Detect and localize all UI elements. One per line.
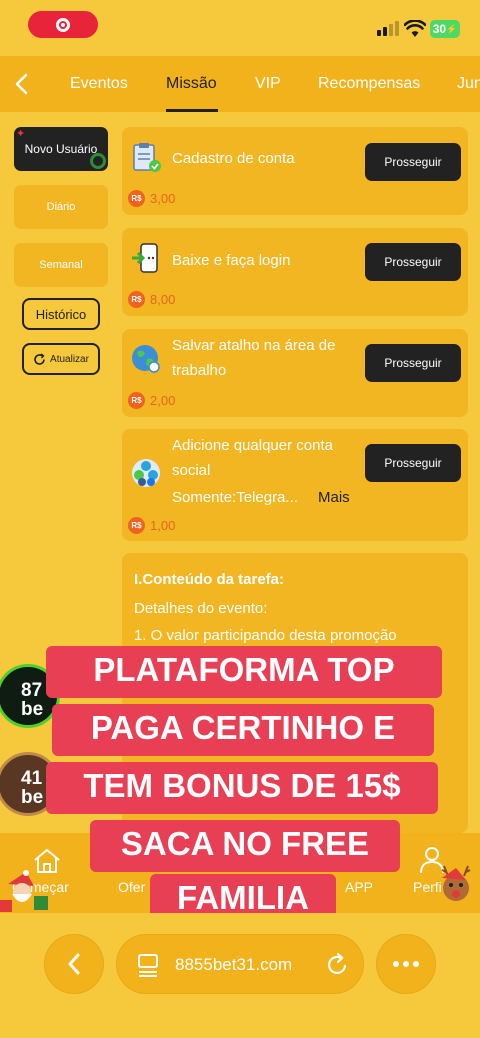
event-details-text: 1. O valor participando desta promoção: [134, 627, 397, 644]
task-card: Salvar atalho na área de trabalho Prosse…: [122, 329, 468, 417]
site-menu-icon: [138, 954, 158, 977]
wifi-icon: [404, 20, 426, 37]
overlay-caption-line: TEM BONUS DE 15$: [46, 762, 438, 814]
prosseguir-button[interactable]: Prosseguir: [365, 143, 461, 181]
sidebar-item-semanal[interactable]: Semanal: [14, 243, 108, 287]
task-title: Adicione qualquer conta social: [172, 437, 333, 479]
task-title: Cadastro de conta: [172, 150, 295, 167]
sidebar-item-label: Novo Usuário: [24, 142, 98, 156]
clipboard-icon: [133, 143, 161, 172]
tab-eventos[interactable]: Eventos: [70, 75, 128, 93]
refresh-icon: [34, 352, 45, 365]
battery-icon: 30 ⚡: [430, 20, 460, 38]
event-details-label: Detalhes do evento:: [134, 600, 268, 617]
chevron-left-icon: [68, 953, 80, 975]
reward-value: 3,00: [150, 191, 176, 206]
task-title: Baixe e faça login: [172, 252, 291, 269]
refresh-button[interactable]: Atualizar: [22, 343, 100, 375]
task-reward: R$ 8,00: [128, 291, 175, 308]
task-subtitle: Somente:Telegra...: [172, 489, 298, 506]
task-reward: R$ 2,00: [128, 392, 175, 409]
phone-login-icon: [132, 243, 158, 273]
task-card: Cadastro de conta Prosseguir R$ 3,00: [122, 127, 468, 215]
address-bar[interactable]: 8855bet31.com: [116, 934, 364, 994]
currency-coin-icon: R$: [128, 517, 145, 534]
task-card: Adicione qualquer conta social Somente:T…: [122, 429, 468, 541]
gift-bow-icon: ✦: [16, 128, 26, 140]
currency-coin-icon: R$: [128, 392, 145, 409]
browser-more-button[interactable]: [376, 934, 436, 994]
status-bar: 30 ⚡: [0, 0, 480, 56]
back-arrow-icon[interactable]: [12, 72, 32, 96]
task-reward: R$ 3,00: [128, 190, 175, 207]
prosseguir-button[interactable]: Prosseguir: [365, 444, 461, 482]
nav-ofertas[interactable]: Ofer: [118, 879, 145, 895]
tab-bar: Eventos Missão VIP Recompensas Jun: [0, 56, 480, 112]
task-reward: R$ 1,00: [128, 517, 175, 534]
browser-toolbar: 8855bet31.com: [0, 913, 480, 1038]
tab-missao[interactable]: Missão: [166, 75, 217, 93]
active-tab-indicator: [166, 109, 218, 112]
globe-icon: [132, 345, 160, 373]
browser-back-button[interactable]: [44, 934, 104, 994]
task-content-heading: I.Conteúdo da tarefa:: [134, 571, 285, 588]
social-apps-icon: [132, 459, 160, 487]
wreath-icon: [90, 153, 106, 169]
reward-value: 8,00: [150, 292, 176, 307]
cellular-signal-icon: [377, 21, 399, 36]
more-dots-icon: [393, 961, 419, 967]
overlay-caption-line: SACA NO FREE: [90, 820, 400, 872]
sidebar-item-label: Semanal: [39, 259, 83, 271]
currency-coin-icon: R$: [128, 291, 145, 308]
record-icon: [56, 17, 70, 32]
overlay-caption-line: PLATAFORMA TOP: [46, 646, 442, 698]
tab-recompensas[interactable]: Recompensas: [318, 75, 420, 93]
more-link[interactable]: Mais: [318, 489, 350, 506]
reindeer-decoration-icon: [441, 865, 471, 901]
task-title: Salvar atalho na área de trabalho: [172, 337, 336, 379]
sidebar-item-novo-usuario[interactable]: Novo Usuário ✦: [14, 127, 108, 171]
santa-decoration-icon: [0, 870, 48, 912]
reward-value: 2,00: [150, 393, 176, 408]
sidebar-item-diario[interactable]: Diário: [14, 185, 108, 229]
screen-recording-indicator[interactable]: [28, 11, 98, 38]
history-label: Histórico: [35, 306, 87, 322]
url-text: 8855bet31.com: [175, 955, 293, 974]
history-button[interactable]: Histórico: [22, 298, 100, 330]
nav-app[interactable]: APP: [345, 879, 373, 895]
tab-vip[interactable]: VIP: [255, 75, 281, 93]
task-card: Baixe e faça login Prosseguir R$ 8,00: [122, 228, 468, 316]
reward-value: 1,00: [150, 518, 176, 533]
tab-jun[interactable]: Jun: [457, 75, 480, 93]
prosseguir-button[interactable]: Prosseguir: [365, 344, 461, 382]
refresh-label: Atualizar: [50, 353, 89, 365]
currency-coin-icon: R$: [128, 190, 145, 207]
sidebar-item-label: Diário: [46, 201, 76, 213]
overlay-caption-line: PAGA CERTINHO E: [52, 704, 434, 756]
reload-icon[interactable]: [325, 952, 349, 978]
battery-level: 30: [432, 22, 447, 36]
prosseguir-button[interactable]: Prosseguir: [365, 243, 461, 281]
